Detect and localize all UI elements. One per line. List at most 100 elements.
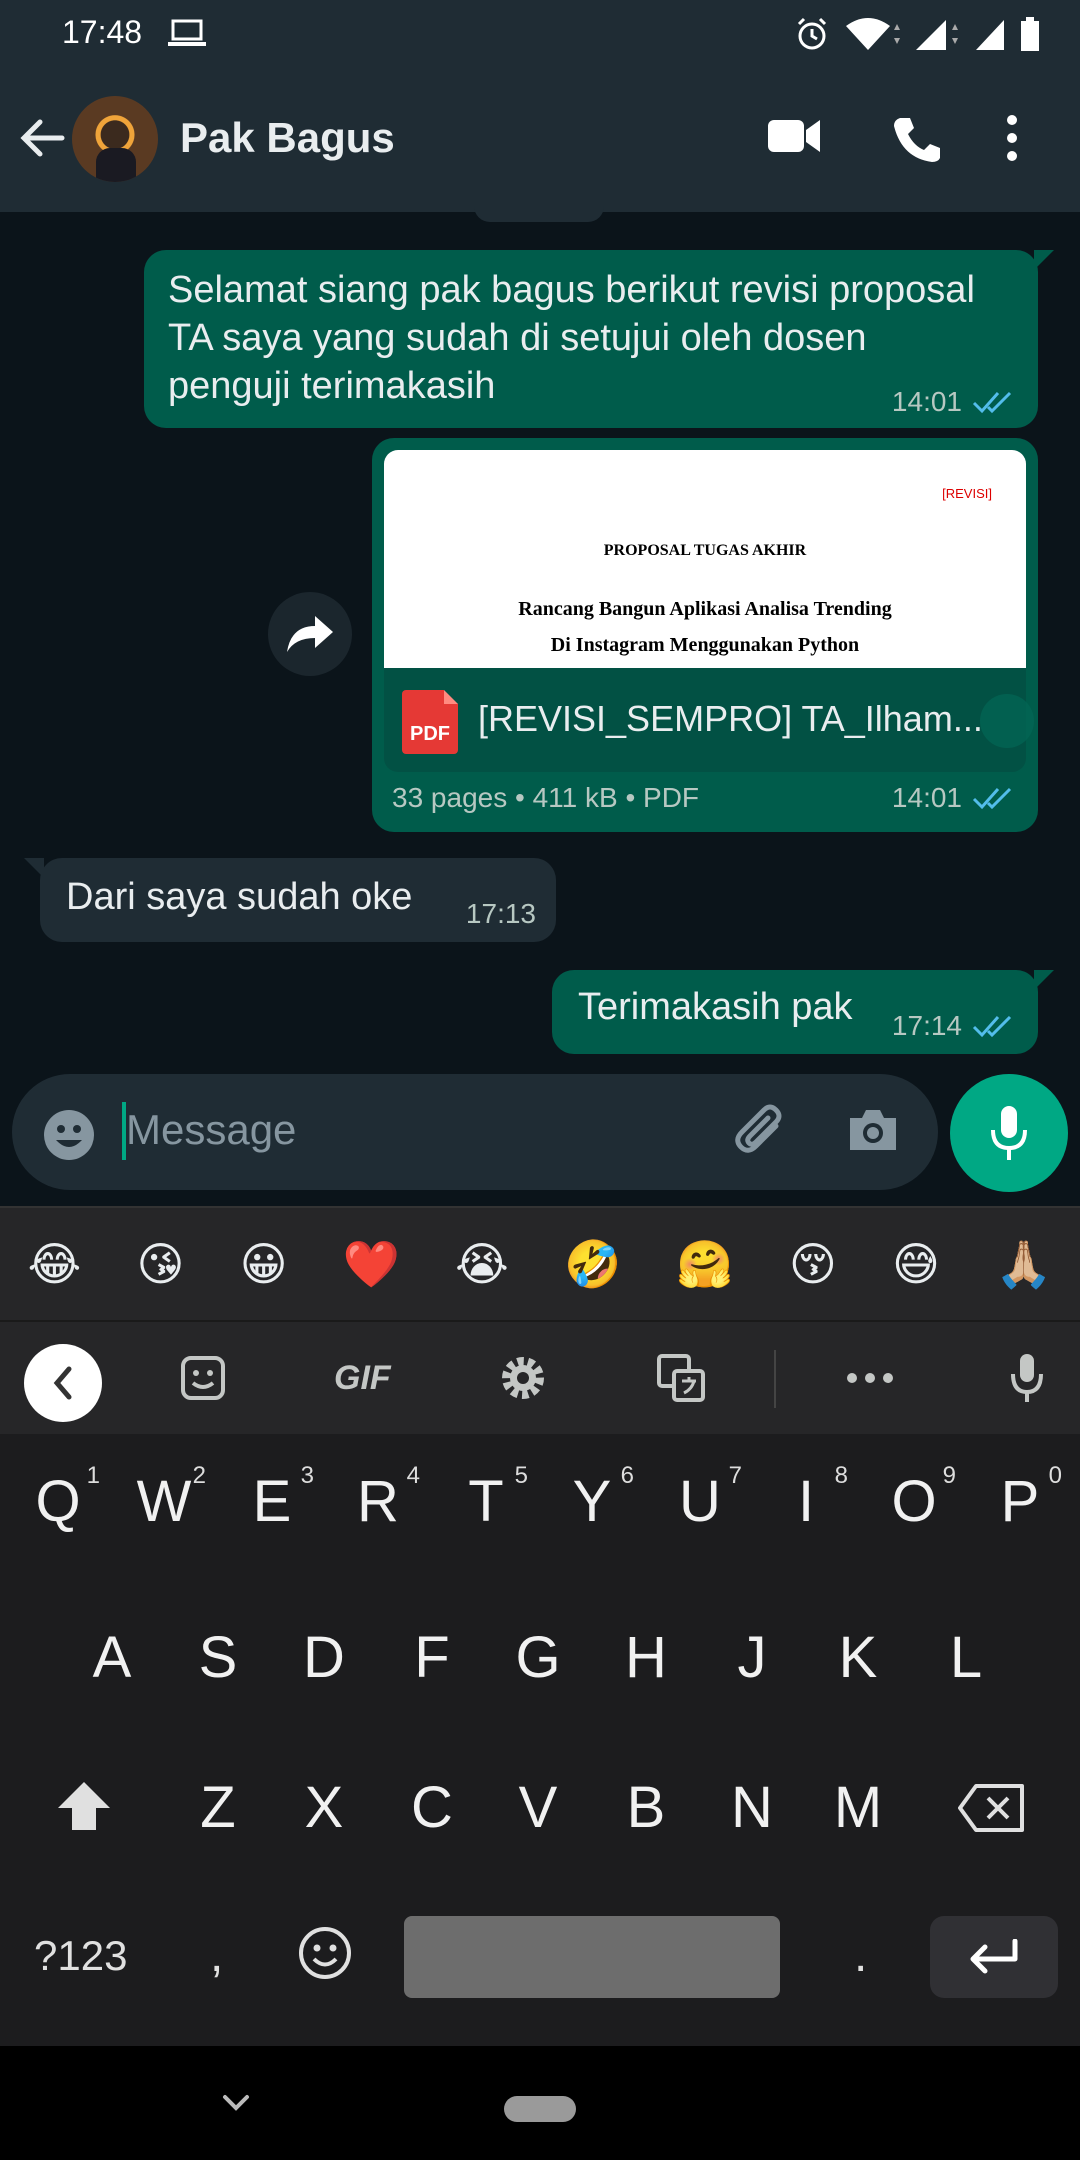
emoji-icon[interactable] bbox=[42, 1108, 96, 1162]
emoji-suggestion[interactable]: 😚 bbox=[789, 1237, 837, 1291]
camera-icon[interactable] bbox=[846, 1106, 900, 1154]
enter-key[interactable] bbox=[930, 1916, 1058, 1998]
key-z[interactable]: Z bbox=[170, 1774, 266, 1841]
key-label: E bbox=[252, 1469, 292, 1534]
key-b[interactable]: B bbox=[598, 1774, 694, 1841]
voice-input-button[interactable] bbox=[1010, 1350, 1044, 1406]
shift-icon[interactable] bbox=[56, 1780, 112, 1832]
download-progress-icon[interactable] bbox=[980, 694, 1034, 748]
contact-name[interactable]: Pak Bagus bbox=[180, 114, 395, 162]
avatar[interactable] bbox=[72, 96, 158, 182]
key-hint: 8 bbox=[834, 1462, 848, 1489]
home-handle[interactable] bbox=[504, 2096, 576, 2122]
key-o[interactable]: O9 bbox=[866, 1462, 962, 1535]
wifi-icon bbox=[846, 18, 900, 50]
key-j[interactable]: J bbox=[704, 1624, 800, 1691]
phone-call-icon[interactable] bbox=[892, 114, 942, 164]
key-h[interactable]: H bbox=[598, 1624, 694, 1691]
key-y[interactable]: Y6 bbox=[544, 1462, 640, 1535]
battery-icon bbox=[1021, 17, 1039, 51]
key-d[interactable]: D bbox=[276, 1624, 372, 1691]
more-button[interactable] bbox=[846, 1350, 894, 1406]
translate-button[interactable] bbox=[656, 1350, 706, 1406]
key-label: R bbox=[357, 1469, 399, 1534]
key-l[interactable]: L bbox=[918, 1624, 1014, 1691]
settings-button[interactable] bbox=[498, 1350, 548, 1406]
key-k[interactable]: K bbox=[810, 1624, 906, 1691]
gif-button[interactable]: GIF bbox=[334, 1350, 391, 1406]
emoji-key-icon[interactable] bbox=[298, 1926, 352, 1980]
video-call-icon[interactable] bbox=[766, 114, 822, 158]
document-message[interactable]: [REVISI] PROPOSAL TUGAS AKHIR Rancang Ba… bbox=[372, 438, 1038, 832]
preview-title-line-2: Di Instagram Menggunakan Python bbox=[550, 634, 860, 656]
key-a[interactable]: A bbox=[64, 1624, 160, 1691]
keyboard-toolbar: GIF bbox=[0, 1320, 1080, 1434]
document-file-name: [REVISI_SEMPRO] TA_Ilham... bbox=[478, 698, 983, 739]
key-r[interactable]: R4 bbox=[330, 1462, 426, 1535]
bubble-tail bbox=[24, 858, 44, 878]
message-time: 14:01 bbox=[891, 386, 962, 417]
sticker-button[interactable] bbox=[180, 1350, 226, 1406]
emoji-suggestion[interactable]: 🤗 bbox=[676, 1237, 733, 1292]
avatar-figure bbox=[96, 148, 136, 182]
key-p[interactable]: P0 bbox=[972, 1462, 1068, 1535]
preview-title-line-1: Rancang Bangun Aplikasi Analisa Trending bbox=[518, 598, 892, 620]
emoji-suggestion[interactable]: 😅 bbox=[892, 1237, 940, 1291]
key-i[interactable]: I8 bbox=[758, 1462, 854, 1535]
message-text: Dari saya sudah oke bbox=[66, 876, 413, 918]
voice-record-button[interactable] bbox=[950, 1074, 1068, 1192]
pdf-file-icon: PDF bbox=[402, 690, 458, 754]
key-w[interactable]: W2 bbox=[116, 1462, 212, 1535]
key-m[interactable]: M bbox=[810, 1774, 906, 1841]
key-s[interactable]: S bbox=[170, 1624, 266, 1691]
document-file-row[interactable]: PDF [REVISI_SEMPRO] TA_Ilham... bbox=[384, 668, 1034, 772]
forward-button[interactable] bbox=[268, 592, 352, 676]
incoming-message[interactable]: Dari saya sudah oke 17:13 bbox=[24, 858, 556, 942]
bubble-tail bbox=[1034, 250, 1054, 270]
key-x[interactable]: X bbox=[276, 1774, 372, 1841]
alarm-icon bbox=[797, 17, 827, 50]
emoji-suggestion[interactable]: 😭 bbox=[455, 1237, 509, 1291]
key-g[interactable]: G bbox=[490, 1624, 586, 1691]
emoji-suggestion[interactable]: 🙏🏼 bbox=[995, 1237, 1052, 1292]
outgoing-message[interactable]: Terimakasih pak 17:14 bbox=[552, 970, 1054, 1054]
toolbar-back-button[interactable] bbox=[24, 1344, 102, 1422]
key-t[interactable]: T5 bbox=[438, 1462, 534, 1535]
more-options-icon[interactable] bbox=[1004, 114, 1020, 162]
message-input[interactable]: Message bbox=[126, 1106, 296, 1154]
key-label: P bbox=[1000, 1469, 1040, 1534]
hide-keyboard-chevron-icon[interactable] bbox=[222, 2094, 250, 2112]
paperclip-icon[interactable] bbox=[732, 1104, 792, 1160]
outgoing-message[interactable]: Selamat siang pak bagus berikut revisi p… bbox=[144, 250, 1054, 428]
space-key[interactable] bbox=[404, 1916, 780, 1998]
emoji-suggestion[interactable]: 😘 bbox=[136, 1237, 184, 1291]
key-hint: 7 bbox=[728, 1462, 742, 1489]
key-hint: 4 bbox=[406, 1462, 420, 1489]
emoji-suggestion[interactable]: 😂 bbox=[28, 1237, 82, 1291]
key-f[interactable]: F bbox=[384, 1624, 480, 1691]
key-e[interactable]: E3 bbox=[224, 1462, 320, 1535]
emoji-suggestion[interactable]: 😀 bbox=[240, 1237, 288, 1291]
message-composer[interactable]: Message bbox=[12, 1074, 938, 1190]
key-c[interactable]: C bbox=[384, 1774, 480, 1841]
message-meta: 14:01 bbox=[892, 782, 1016, 814]
emoji-suggestion[interactable]: ❤️ bbox=[343, 1237, 400, 1292]
key-n[interactable]: N bbox=[704, 1774, 800, 1841]
symbols-key[interactable]: ?123 bbox=[34, 1932, 127, 1980]
preview-tag: [REVISI] bbox=[942, 486, 992, 501]
key-hint: 5 bbox=[514, 1462, 528, 1489]
key-label: O bbox=[891, 1469, 937, 1534]
gear-icon bbox=[502, 1357, 544, 1399]
comma-key[interactable]: , bbox=[210, 1928, 223, 1983]
status-icons bbox=[794, 14, 1040, 54]
key-q[interactable]: Q1 bbox=[10, 1462, 106, 1535]
back-arrow-icon[interactable] bbox=[18, 114, 66, 162]
backspace-icon[interactable] bbox=[958, 1784, 1026, 1832]
emoji-suggestion[interactable]: 🤣 bbox=[564, 1237, 621, 1292]
document-preview[interactable]: [REVISI] PROPOSAL TUGAS AKHIR Rancang Ba… bbox=[384, 450, 1026, 668]
key-label: Q bbox=[35, 1469, 81, 1534]
emoji-suggestions: 😂 😘 😀 ❤️ 😭 🤣 🤗 😚 😅 🙏🏼 bbox=[0, 1206, 1080, 1320]
key-u[interactable]: U7 bbox=[652, 1462, 748, 1535]
key-v[interactable]: V bbox=[490, 1774, 586, 1841]
period-key[interactable]: . bbox=[854, 1928, 867, 1983]
